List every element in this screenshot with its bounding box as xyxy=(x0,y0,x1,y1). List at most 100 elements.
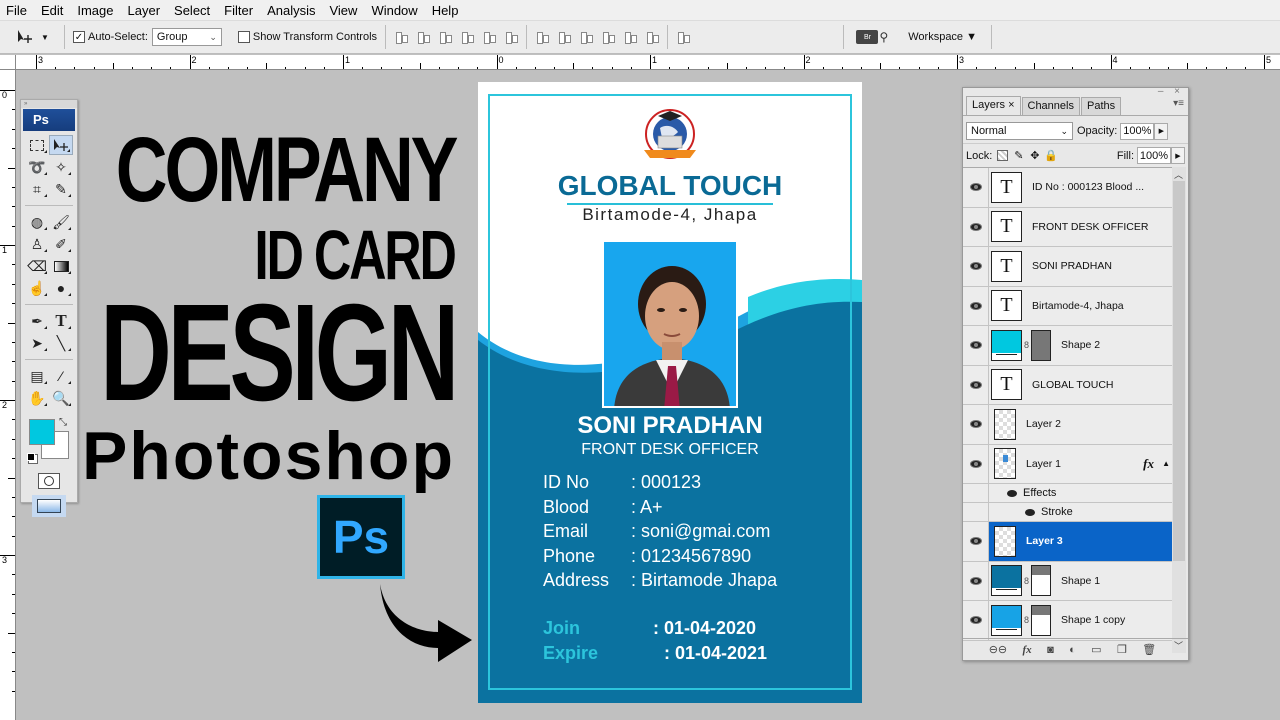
menu-window[interactable]: Window xyxy=(364,0,424,21)
slice-tool[interactable]: ✎ xyxy=(49,179,73,199)
layer-row[interactable]: Layer 2 xyxy=(963,405,1172,445)
id-card-canvas[interactable]: GLOBAL TOUCH Birtamode-4, Jhapa SONI PRA… xyxy=(478,82,862,703)
history-brush-tool[interactable]: ✐ xyxy=(49,234,73,254)
vertical-ruler[interactable]: 0 1 2 3 xyxy=(0,55,16,720)
visibility-toggle[interactable] xyxy=(963,405,989,444)
type-tool[interactable]: T xyxy=(49,311,73,331)
visibility-toggle[interactable] xyxy=(963,247,989,286)
tab-paths[interactable]: Paths xyxy=(1080,97,1122,115)
layer-row[interactable]: Layer 1 fx ▲ xyxy=(963,444,1172,484)
opacity-slider-button[interactable]: ▶ xyxy=(1154,122,1169,140)
distribute-top-icon[interactable] xyxy=(535,30,550,44)
foreground-color-swatch[interactable] xyxy=(29,419,55,445)
align-vertical-centers-icon[interactable] xyxy=(416,30,431,44)
layer-row[interactable]: T Birtamode-4, Jhapa xyxy=(963,286,1172,326)
visibility-toggle[interactable] xyxy=(963,207,989,246)
lock-transparent-pixels-icon[interactable] xyxy=(997,150,1009,161)
line-tool[interactable]: ╲ xyxy=(49,333,73,353)
add-mask-icon[interactable]: ◙ xyxy=(1047,644,1054,656)
auto-select-dropdown[interactable]: Group ⌄ xyxy=(151,28,222,46)
default-colors-icon[interactable] xyxy=(27,453,35,461)
eye-icon[interactable] xyxy=(1007,489,1017,497)
layer-row-selected[interactable]: Layer 3 xyxy=(963,522,1172,562)
distribute-right-icon[interactable] xyxy=(645,30,660,44)
distribute-hcenter-icon[interactable] xyxy=(623,30,638,44)
zoom-tool[interactable]: 🔍 xyxy=(49,388,73,408)
menu-analysis[interactable]: Analysis xyxy=(260,0,322,21)
expand-effects-icon[interactable]: ▲ xyxy=(1162,459,1170,468)
screen-mode-button[interactable] xyxy=(32,495,66,517)
tab-layers[interactable]: Layers × xyxy=(966,96,1021,115)
visibility-toggle[interactable] xyxy=(963,326,989,365)
layer-row[interactable]: T SONI PRADHAN xyxy=(963,247,1172,287)
align-right-edges-icon[interactable] xyxy=(504,30,519,44)
hand-tool[interactable]: ✋ xyxy=(25,388,49,408)
distribute-bottom-icon[interactable] xyxy=(579,30,594,44)
menu-filter[interactable]: Filter xyxy=(217,0,260,21)
delete-layer-icon[interactable]: 🗑 xyxy=(1142,643,1156,656)
menu-layer[interactable]: Layer xyxy=(121,0,168,21)
fill-slider-button[interactable]: ▶ xyxy=(1171,147,1185,164)
clone-stamp-tool[interactable]: ♙ xyxy=(25,234,49,254)
swap-colors-icon[interactable]: ⤡ xyxy=(59,417,67,428)
visibility-toggle[interactable] xyxy=(963,522,989,561)
tab-channels[interactable]: Channels xyxy=(1021,97,1080,115)
marquee-tool[interactable] xyxy=(25,135,49,155)
eyedropper-tool[interactable]: ⁄ xyxy=(49,366,73,386)
ruler-origin[interactable] xyxy=(0,55,16,70)
menu-file[interactable]: File xyxy=(0,0,34,21)
lasso-tool[interactable]: ➰ xyxy=(25,157,49,177)
distribute-left-icon[interactable] xyxy=(601,30,616,44)
new-group-icon[interactable]: ▭ xyxy=(1091,643,1101,656)
workspace-dropdown[interactable]: Workspace ▼ xyxy=(908,31,977,43)
opacity-input[interactable]: 100% xyxy=(1120,122,1155,140)
auto-align-layers-icon[interactable] xyxy=(676,30,691,44)
layer-row[interactable]: 8 Shape 2 xyxy=(963,326,1172,366)
menu-edit[interactable]: Edit xyxy=(34,0,70,21)
menu-image[interactable]: Image xyxy=(70,0,120,21)
horizontal-ruler[interactable]: 3 2 1 0 1 2 3 4 5 xyxy=(16,55,1280,70)
visibility-toggle[interactable] xyxy=(963,365,989,404)
layer-row[interactable]: 8 Shape 1 copy xyxy=(963,601,1172,641)
align-top-edges-icon[interactable] xyxy=(394,30,409,44)
eye-icon[interactable] xyxy=(1025,508,1035,516)
lock-position-icon[interactable]: ✥ xyxy=(1029,150,1040,162)
adjustment-layer-icon[interactable]: ◐ xyxy=(1069,644,1076,656)
quick-mask-button[interactable] xyxy=(38,473,60,489)
add-layer-style-icon[interactable]: fx xyxy=(1023,644,1032,656)
menu-select[interactable]: Select xyxy=(167,0,217,21)
distribute-vcenter-icon[interactable] xyxy=(557,30,572,44)
menu-view[interactable]: View xyxy=(322,0,364,21)
layer-row[interactable]: T GLOBAL TOUCH xyxy=(963,365,1172,405)
layers-scrollbar[interactable]: ︿ ﹀ xyxy=(1172,167,1186,653)
layer-row[interactable]: T ID No : 000123 Blood ... xyxy=(963,168,1172,208)
magic-wand-tool[interactable]: ✧ xyxy=(49,157,73,177)
show-transform-controls-checkbox[interactable] xyxy=(237,31,250,43)
path-selection-tool[interactable]: ➤ xyxy=(25,333,49,353)
fill-input[interactable]: 100% xyxy=(1137,147,1171,164)
notes-tool[interactable]: ▤ xyxy=(25,366,49,386)
panel-grip[interactable]: » xyxy=(21,100,77,108)
align-left-edges-icon[interactable] xyxy=(460,30,475,44)
visibility-toggle[interactable] xyxy=(963,561,989,600)
dodge-tool[interactable]: ● xyxy=(49,278,73,298)
tool-preset-picker[interactable]: ▼ xyxy=(16,29,56,45)
link-layers-icon[interactable]: ⊖⊖ xyxy=(989,643,1007,656)
visibility-toggle[interactable] xyxy=(963,168,989,207)
layer-row[interactable]: T FRONT DESK OFFICER xyxy=(963,207,1172,247)
pen-tool[interactable]: ✒ xyxy=(25,311,49,331)
crop-tool[interactable]: ⌗ xyxy=(25,179,49,199)
bridge-button[interactable]: Br ⚲ xyxy=(856,30,888,44)
gradient-tool[interactable] xyxy=(49,256,73,276)
lock-all-icon[interactable]: 🔒 xyxy=(1044,150,1058,162)
visibility-toggle[interactable] xyxy=(963,286,989,325)
visibility-toggle[interactable] xyxy=(963,601,989,640)
menu-help[interactable]: Help xyxy=(425,0,466,21)
healing-brush-tool[interactable]: ◍ xyxy=(25,212,49,232)
new-layer-icon[interactable]: ❐ xyxy=(1117,643,1127,656)
auto-select-checkbox[interactable]: ✓ xyxy=(73,31,85,43)
panel-menu-icon[interactable]: ▾≡ xyxy=(1173,98,1184,109)
align-horizontal-centers-icon[interactable] xyxy=(482,30,497,44)
align-bottom-edges-icon[interactable] xyxy=(438,30,453,44)
visibility-toggle[interactable] xyxy=(963,444,989,483)
